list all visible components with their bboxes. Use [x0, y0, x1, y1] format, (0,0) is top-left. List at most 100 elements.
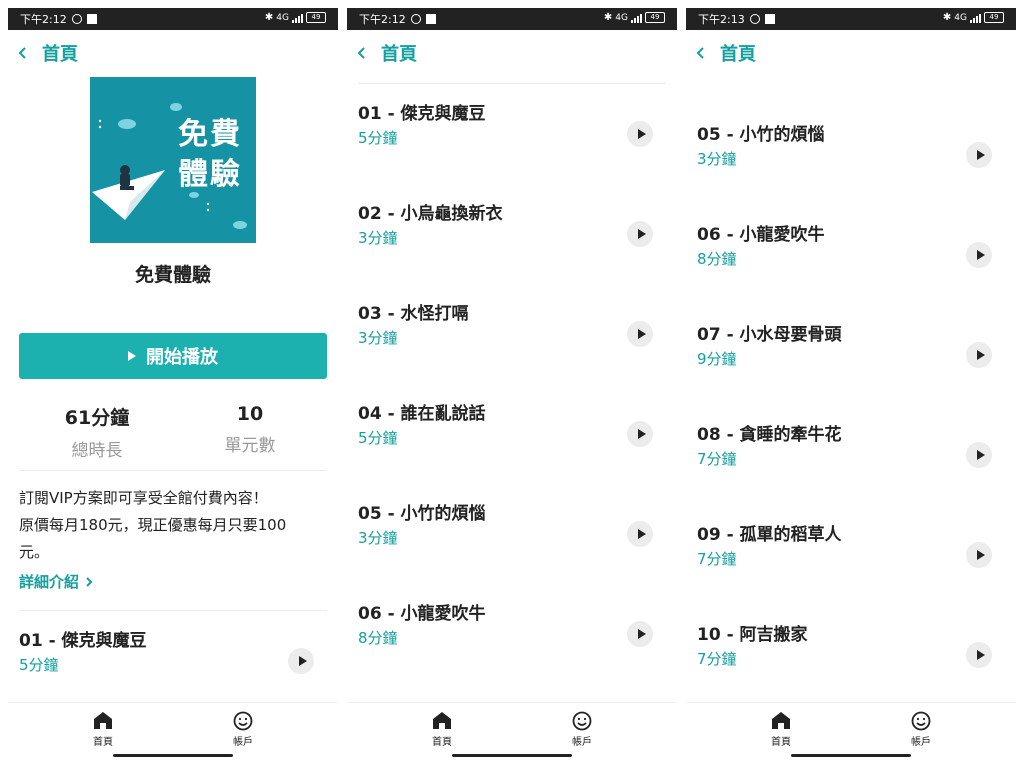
- notification-icon: [425, 14, 436, 24]
- episode-play-button[interactable]: [627, 521, 653, 547]
- episode-title[interactable]: 01 - 傑克與魔豆: [358, 99, 486, 124]
- tab-home-label: 首頁: [93, 737, 113, 748]
- network-type: 4G: [954, 12, 967, 23]
- course-title: 免費體驗: [134, 264, 211, 286]
- tab-account[interactable]: 帳戶: [213, 711, 273, 748]
- status-time: 下午2:12: [20, 13, 67, 26]
- total-duration-stat: 61分鐘 總時長: [17, 403, 177, 461]
- chevron-left-icon[interactable]: [357, 45, 373, 61]
- episode-play-button[interactable]: [966, 642, 992, 668]
- total-duration-label: 總時長: [71, 441, 123, 461]
- battery-icon: 49: [984, 12, 1004, 23]
- vip-promo-text: 訂閱VIP方案即可享受全館付費內容！ 原價每月180元，現正優惠每月只要100 …: [19, 485, 319, 566]
- episode-title[interactable]: 06 - 小龍愛吹牛: [697, 220, 825, 245]
- promo-line: 訂閱VIP方案即可享受全館付費內容！: [19, 489, 268, 507]
- play-icon: [637, 129, 646, 139]
- episode-play-button[interactable]: [966, 442, 992, 468]
- episode-play-button[interactable]: [966, 242, 992, 268]
- home-icon: [433, 712, 451, 729]
- back-link[interactable]: 首頁: [381, 40, 417, 66]
- chevron-right-icon: [86, 576, 93, 587]
- status-bar: 下午2:12 ✱ 4G 49: [347, 8, 677, 30]
- episode-title[interactable]: 06 - 小龍愛吹牛: [358, 599, 486, 624]
- episode-play-button[interactable]: [966, 542, 992, 568]
- network-type: 4G: [276, 12, 289, 23]
- episode-duration: 3分鐘: [358, 529, 398, 547]
- episode-title[interactable]: 04 - 誰在亂說話: [358, 399, 486, 424]
- play-icon: [637, 329, 646, 339]
- bluetooth-icon: ✱: [264, 12, 274, 23]
- alarm-icon: [410, 14, 421, 24]
- signal-icon: [970, 13, 981, 23]
- episode-play-button[interactable]: [966, 342, 992, 368]
- episode-title[interactable]: 08 - 貪睡的牽牛花: [697, 420, 842, 445]
- home-indicator: [452, 754, 572, 757]
- episode-duration: 8分鐘: [697, 250, 737, 268]
- start-play-button[interactable]: 開始播放: [19, 333, 327, 379]
- status-bar: 下午2:13 ✱ 4G 49: [686, 8, 1016, 30]
- home-icon: [772, 712, 790, 729]
- promo-line: 原價每月180元，現正優惠每月只要100: [19, 516, 287, 534]
- tab-home[interactable]: 首頁: [73, 711, 133, 748]
- smiley-face-icon: [572, 711, 592, 731]
- smiley-face-icon: [233, 711, 253, 731]
- episode-play-button[interactable]: [627, 321, 653, 347]
- nav-bar: 首頁: [686, 30, 1016, 76]
- tab-home[interactable]: 首頁: [751, 711, 811, 748]
- play-icon: [637, 429, 646, 439]
- episode-title[interactable]: 03 - 水怪打嗝: [358, 299, 469, 324]
- status-time: 下午2:13: [698, 13, 745, 26]
- tab-account-label: 帳戶: [233, 737, 253, 748]
- tab-account-label: 帳戶: [572, 737, 592, 748]
- tab-home-label: 首頁: [432, 737, 452, 748]
- play-icon: [298, 656, 307, 666]
- unit-count-stat: 10 單元數: [170, 403, 330, 456]
- cover-title-line1: 免費: [178, 117, 242, 152]
- notification-icon: [764, 14, 775, 24]
- episode-play-button[interactable]: [288, 648, 314, 674]
- tab-account-label: 帳戶: [911, 737, 931, 748]
- tab-home[interactable]: 首頁: [412, 711, 472, 748]
- episode-duration: 3分鐘: [697, 150, 737, 168]
- chevron-left-icon[interactable]: [18, 45, 34, 61]
- promo-line: 元。: [19, 543, 50, 561]
- signal-icon: [631, 13, 642, 23]
- episode-duration: 9分鐘: [697, 350, 737, 368]
- play-icon: [976, 650, 985, 660]
- back-link[interactable]: 首頁: [42, 40, 78, 66]
- play-icon: [637, 629, 646, 639]
- play-icon: [976, 150, 985, 160]
- bluetooth-icon: ✱: [942, 12, 952, 23]
- back-link[interactable]: 首頁: [720, 40, 756, 66]
- episode-title[interactable]: 01 - 傑克與魔豆: [19, 626, 147, 651]
- nav-bar: 首頁: [8, 30, 338, 76]
- episode-duration: 7分鐘: [697, 450, 737, 468]
- play-icon: [637, 529, 646, 539]
- battery-icon: 49: [306, 12, 326, 23]
- battery-icon: 49: [645, 12, 665, 23]
- divider: [19, 610, 327, 611]
- episode-duration: 5分鐘: [358, 429, 398, 447]
- episode-title[interactable]: 10 - 阿吉搬家: [697, 620, 808, 645]
- tab-account[interactable]: 帳戶: [891, 711, 951, 748]
- tab-home-label: 首頁: [771, 737, 791, 748]
- episode-title[interactable]: 05 - 小竹的煩惱: [697, 120, 825, 145]
- home-indicator: [791, 754, 911, 757]
- episode-play-button[interactable]: [627, 421, 653, 447]
- episode-play-button[interactable]: [966, 142, 992, 168]
- episode-title[interactable]: 09 - 孤單的稻草人: [697, 520, 842, 545]
- episode-play-button[interactable]: [627, 121, 653, 147]
- play-icon: [976, 350, 985, 360]
- details-link[interactable]: 詳細介紹: [19, 571, 93, 592]
- details-link-label: 詳細介紹: [19, 573, 80, 591]
- episode-title[interactable]: 02 - 小烏龜換新衣: [358, 199, 503, 224]
- status-bar: 下午2:12 ✱ 4G 49: [8, 8, 338, 30]
- episode-duration: 7分鐘: [697, 550, 737, 568]
- chevron-left-icon[interactable]: [696, 45, 712, 61]
- episode-title[interactable]: 07 - 小水母要骨頭: [697, 320, 842, 345]
- unit-count-label: 單元數: [224, 436, 276, 456]
- episode-play-button[interactable]: [627, 221, 653, 247]
- episode-title[interactable]: 05 - 小竹的煩惱: [358, 499, 486, 524]
- episode-play-button[interactable]: [627, 621, 653, 647]
- tab-account[interactable]: 帳戶: [552, 711, 612, 748]
